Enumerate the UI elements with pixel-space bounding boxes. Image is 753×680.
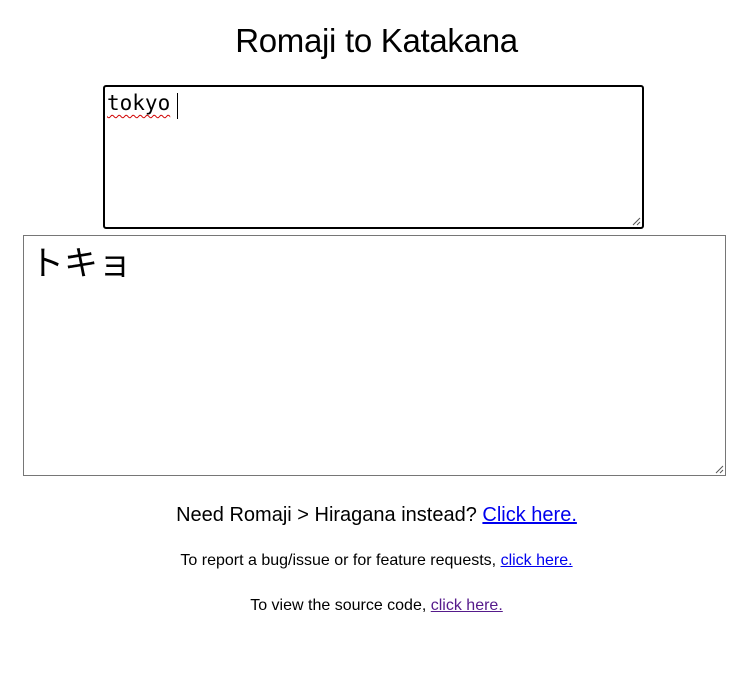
resize-handle-icon[interactable] [631,216,641,226]
source-code-link[interactable]: click here. [431,597,503,614]
resize-handle-icon[interactable] [714,464,724,474]
source-code-prompt: To view the source code, [250,597,431,614]
romaji-input-text: tokyo [107,89,170,117]
romaji-input[interactable]: tokyo [103,85,644,229]
page-title: Romaji to Katakana [235,22,518,59]
bug-report-link[interactable]: click here. [501,552,573,569]
bug-report-line: To report a bug/issue or for feature req… [0,550,753,572]
hiragana-prompt: Need Romaji > Hiragana instead? [176,504,483,526]
romaji-input-value: tokyo [107,91,171,115]
page: Romaji to Katakana tokyo トキョ Need Romaji… [0,0,753,680]
source-code-line: To view the source code, click here. [0,595,753,617]
bug-report-prompt: To report a bug/issue or for feature req… [180,552,501,569]
katakana-output[interactable]: トキョ [23,235,726,476]
katakana-output-value: トキョ [30,244,132,284]
text-caret [177,93,178,119]
hiragana-link[interactable]: Click here. [482,504,576,526]
hiragana-link-line: Need Romaji > Hiragana instead? Click he… [0,502,753,528]
